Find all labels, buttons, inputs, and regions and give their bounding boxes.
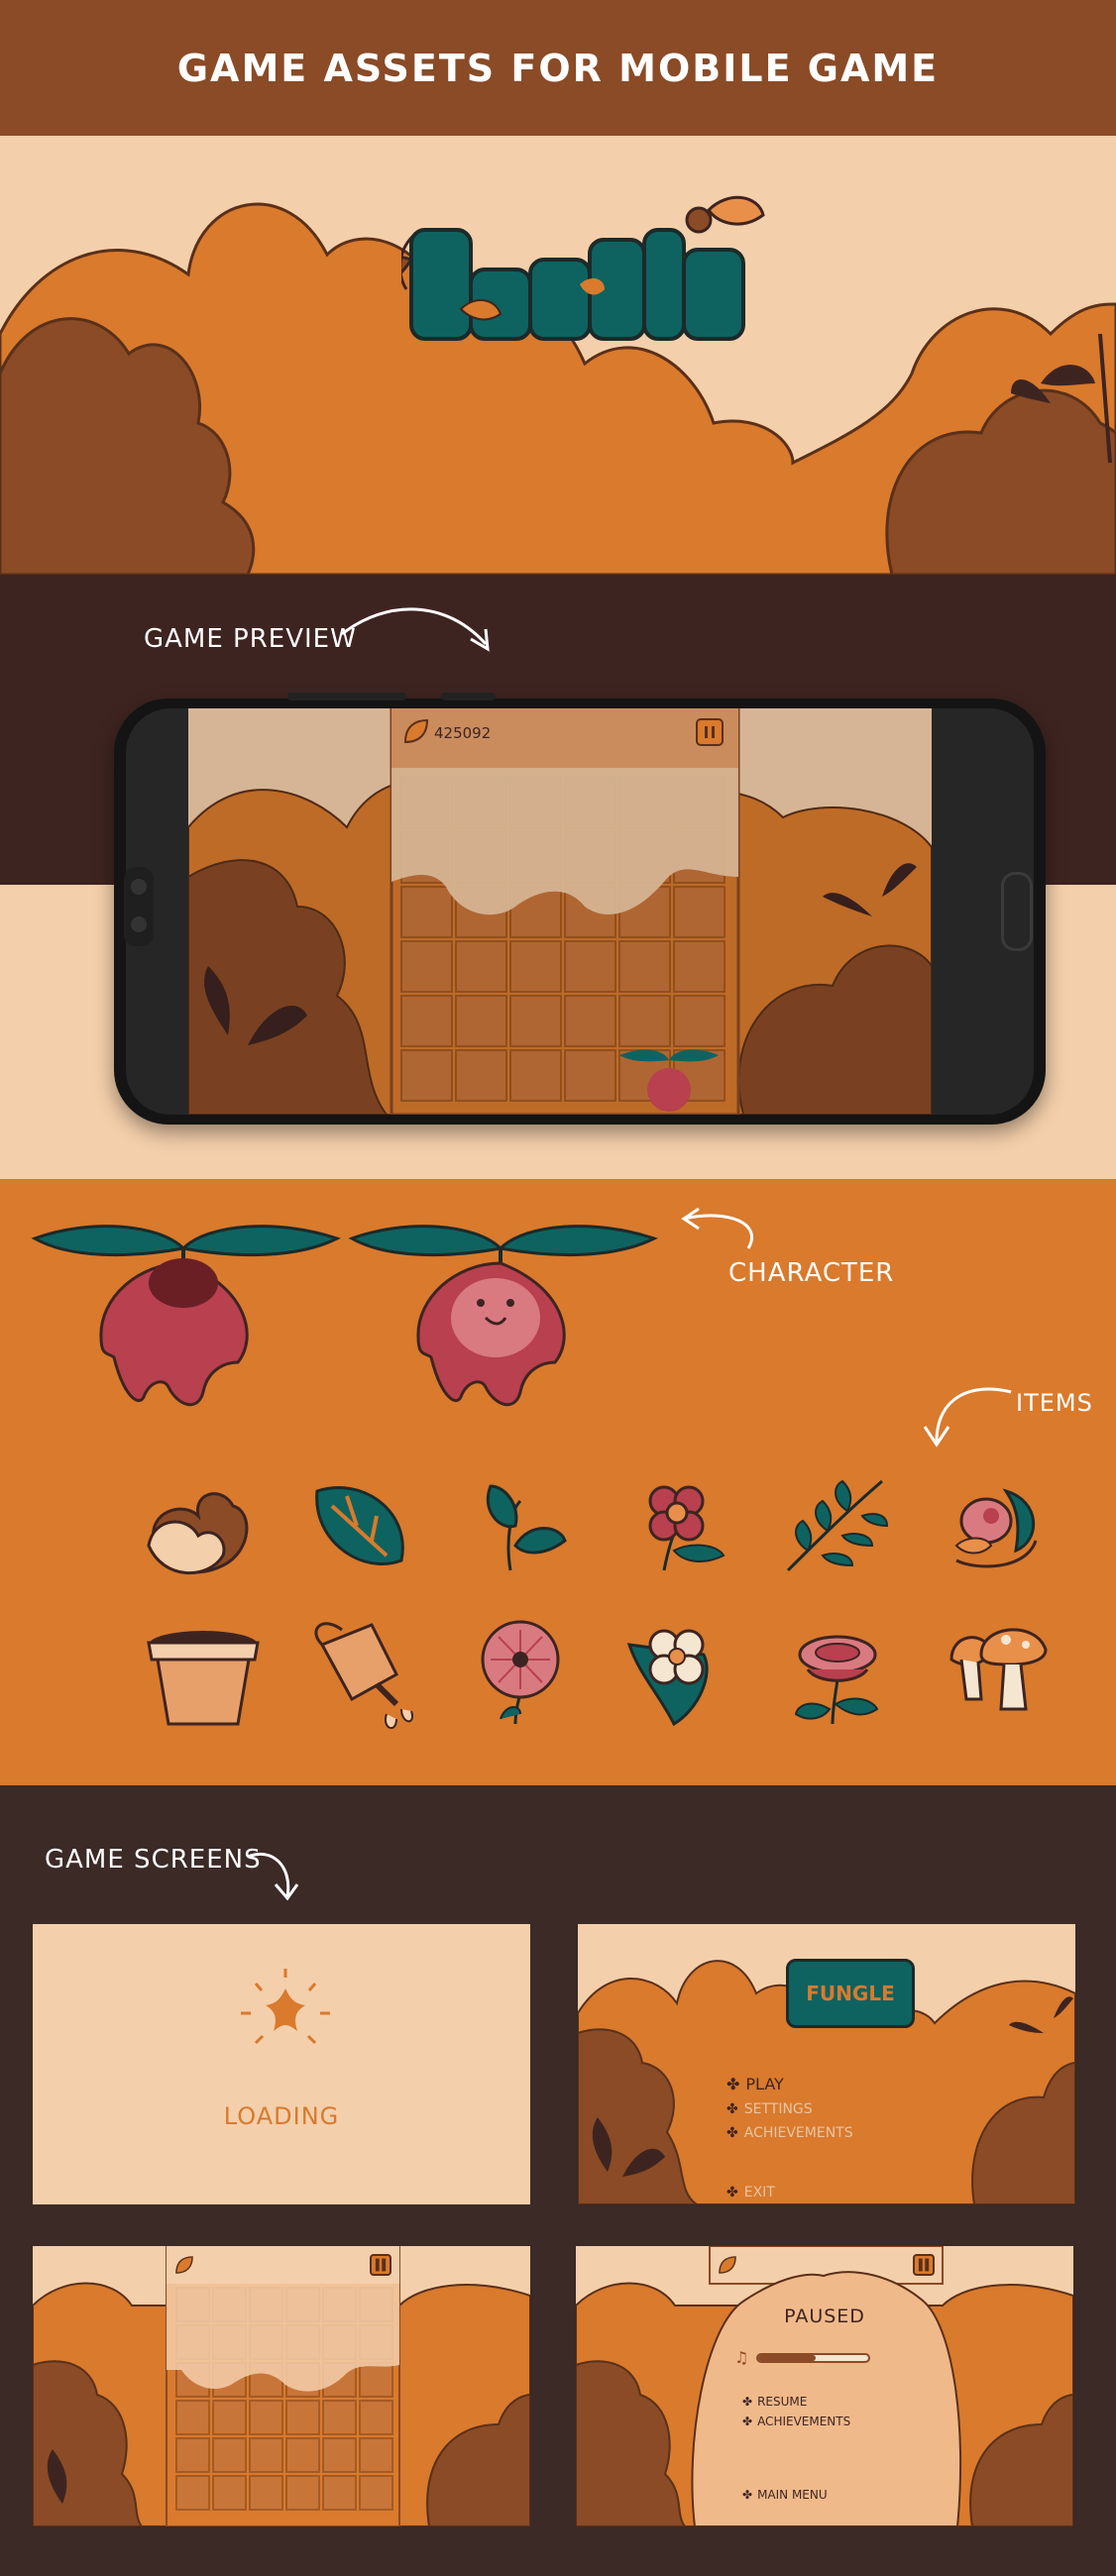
loading-text: LOADING bbox=[223, 2102, 340, 2130]
leaf-score-icon bbox=[403, 718, 429, 744]
arrow-icon bbox=[923, 1387, 1012, 1448]
game-screens-label: GAME SCREENS bbox=[45, 1845, 262, 1875]
pause-button[interactable] bbox=[370, 2254, 391, 2276]
menu-item-achievements[interactable]: ✤ ACHIEVEMENTS bbox=[726, 2125, 853, 2141]
character-sprites bbox=[31, 1225, 658, 1406]
leaf-bullet-icon: ✤ bbox=[726, 2185, 738, 2200]
game-preview-section: GAME PREVIEW 425092 bbox=[0, 575, 1116, 1179]
oak-leaf-icon bbox=[147, 1492, 249, 1575]
white-flower-icon bbox=[626, 1629, 709, 1727]
phone-frame: 425092 bbox=[114, 693, 1046, 1125]
menu-spacer bbox=[726, 2149, 853, 2177]
pause-menu-spacer bbox=[742, 2434, 850, 2482]
character-label: CHARACTER bbox=[728, 1258, 895, 1288]
leaf-bullet-icon: ✤ bbox=[726, 2075, 740, 2093]
score-value: 425092 bbox=[434, 724, 492, 742]
volume-slider[interactable]: ♫ bbox=[734, 2348, 871, 2367]
pink-poppy-icon bbox=[481, 1620, 560, 1725]
phone-power-button bbox=[441, 693, 496, 700]
pause-menu-list: ✤ RESUME ✤ ACHIEVEMENTS ✤ MAIN MENU bbox=[742, 2395, 850, 2502]
flower-pot-icon bbox=[147, 1631, 260, 1726]
pause-icon bbox=[375, 2258, 387, 2272]
items-row-2 bbox=[144, 1615, 1056, 1744]
arrow-icon bbox=[341, 607, 490, 652]
menu-item-play[interactable]: ✤ PLAY bbox=[726, 2075, 853, 2093]
board-cell[interactable] bbox=[212, 2400, 247, 2435]
loading-spinner-icon bbox=[241, 1969, 330, 2045]
pause-icon bbox=[705, 726, 715, 738]
volume-track[interactable] bbox=[756, 2352, 871, 2363]
phone-volume-button bbox=[287, 693, 406, 700]
pink-rose-icon bbox=[794, 1635, 879, 1725]
board-cell[interactable] bbox=[322, 2400, 357, 2435]
board-cell[interactable] bbox=[359, 2362, 393, 2398]
board-cell[interactable] bbox=[359, 2400, 393, 2435]
phone-screen: 425092 bbox=[188, 708, 932, 1115]
board-cell[interactable] bbox=[249, 2437, 283, 2473]
flower-bud-icon bbox=[954, 1488, 1038, 1568]
title-bar: GAME ASSETS FOR MOBILE GAME bbox=[0, 0, 1116, 136]
music-note-icon: ♫ bbox=[734, 2348, 749, 2367]
watering-can-icon bbox=[314, 1622, 413, 1729]
red-flower-icon bbox=[648, 1485, 725, 1571]
board-cell[interactable] bbox=[175, 2437, 210, 2473]
leaf-bullet-icon: ✤ bbox=[726, 2125, 738, 2141]
fern-branch-icon bbox=[786, 1479, 889, 1572]
page-title: GAME ASSETS FOR MOBILE GAME bbox=[176, 46, 940, 90]
fungle-logo bbox=[401, 190, 768, 369]
pause-item-main-menu[interactable]: ✤ MAIN MENU bbox=[742, 2488, 850, 2502]
leaf-score-icon bbox=[719, 2256, 736, 2274]
character-back bbox=[31, 1225, 341, 1406]
gameplay-screen bbox=[33, 2246, 530, 2526]
board-cell[interactable] bbox=[249, 2475, 283, 2511]
pause-button[interactable] bbox=[913, 2254, 935, 2276]
board-cell[interactable] bbox=[359, 2475, 393, 2511]
pause-button[interactable] bbox=[696, 718, 724, 746]
board-cell[interactable] bbox=[175, 2475, 210, 2511]
volume-fill bbox=[758, 2354, 817, 2361]
phone-camera-notch bbox=[124, 867, 154, 946]
board-cell[interactable] bbox=[249, 2400, 283, 2435]
main-menu-list: ✤ PLAY ✤ SETTINGS ✤ ACHIEVEMENTS ✤ EXIT bbox=[726, 2075, 853, 2200]
items-row-1 bbox=[144, 1471, 1056, 1590]
board-cell[interactable] bbox=[285, 2475, 320, 2511]
leaf-bullet-icon: ✤ bbox=[742, 2395, 753, 2409]
board-cell[interactable] bbox=[212, 2437, 247, 2473]
loading-screen: LOADING bbox=[33, 1924, 530, 2204]
arrow-icon bbox=[247, 1852, 299, 1901]
phone-home-button[interactable] bbox=[1001, 872, 1033, 951]
menu-item-settings[interactable]: ✤ SETTINGS bbox=[726, 2101, 853, 2117]
arrow-icon bbox=[681, 1207, 753, 1249]
character-front bbox=[348, 1225, 658, 1406]
board-cell[interactable] bbox=[322, 2475, 357, 2511]
game-screens-section: GAME SCREENS LOADING FUNGLE ✤ PLAY ✤ SETTI… bbox=[0, 1785, 1116, 2576]
pause-item-resume[interactable]: ✤ RESUME bbox=[742, 2395, 850, 2409]
menu-item-exit[interactable]: ✤ EXIT bbox=[726, 2185, 853, 2200]
leaf-bullet-icon: ✤ bbox=[742, 2415, 753, 2428]
sprout-icon bbox=[486, 1484, 567, 1571]
paused-screen: PAUSED ♫ ✤ RESUME ✤ ACHIEVEMENTS ✤ MAIN MEN… bbox=[576, 2246, 1073, 2526]
paused-title: PAUSED bbox=[784, 2306, 865, 2327]
board-cell[interactable] bbox=[285, 2437, 320, 2473]
game-preview-label: GAME PREVIEW bbox=[144, 624, 357, 654]
monstera-leaf-icon bbox=[315, 1486, 404, 1565]
board-cell[interactable] bbox=[175, 2400, 210, 2435]
leaf-score-icon bbox=[175, 2256, 193, 2274]
board-cell[interactable] bbox=[212, 2475, 247, 2511]
items-label: ITEMS bbox=[1016, 1389, 1093, 1417]
board-cell[interactable] bbox=[322, 2437, 357, 2473]
leaf-bullet-icon: ✤ bbox=[726, 2101, 738, 2117]
board-cell[interactable] bbox=[285, 2400, 320, 2435]
leaf-bullet-icon: ✤ bbox=[742, 2488, 753, 2502]
main-menu-screen: FUNGLE ✤ PLAY ✤ SETTINGS ✤ ACHIEVEMENTS ✤ EX… bbox=[578, 1924, 1075, 2204]
menu-logo: FUNGLE bbox=[786, 1959, 915, 2028]
mushroom-icon bbox=[949, 1628, 1048, 1711]
assets-section: CHARACTER ITEMS bbox=[0, 1179, 1116, 1785]
hero-banner bbox=[0, 136, 1116, 575]
game-scene bbox=[188, 708, 932, 1115]
pause-item-achievements[interactable]: ✤ ACHIEVEMENTS bbox=[742, 2415, 850, 2428]
mini-character bbox=[619, 1049, 719, 1112]
pause-icon bbox=[918, 2258, 930, 2272]
board-cell[interactable] bbox=[359, 2437, 393, 2473]
